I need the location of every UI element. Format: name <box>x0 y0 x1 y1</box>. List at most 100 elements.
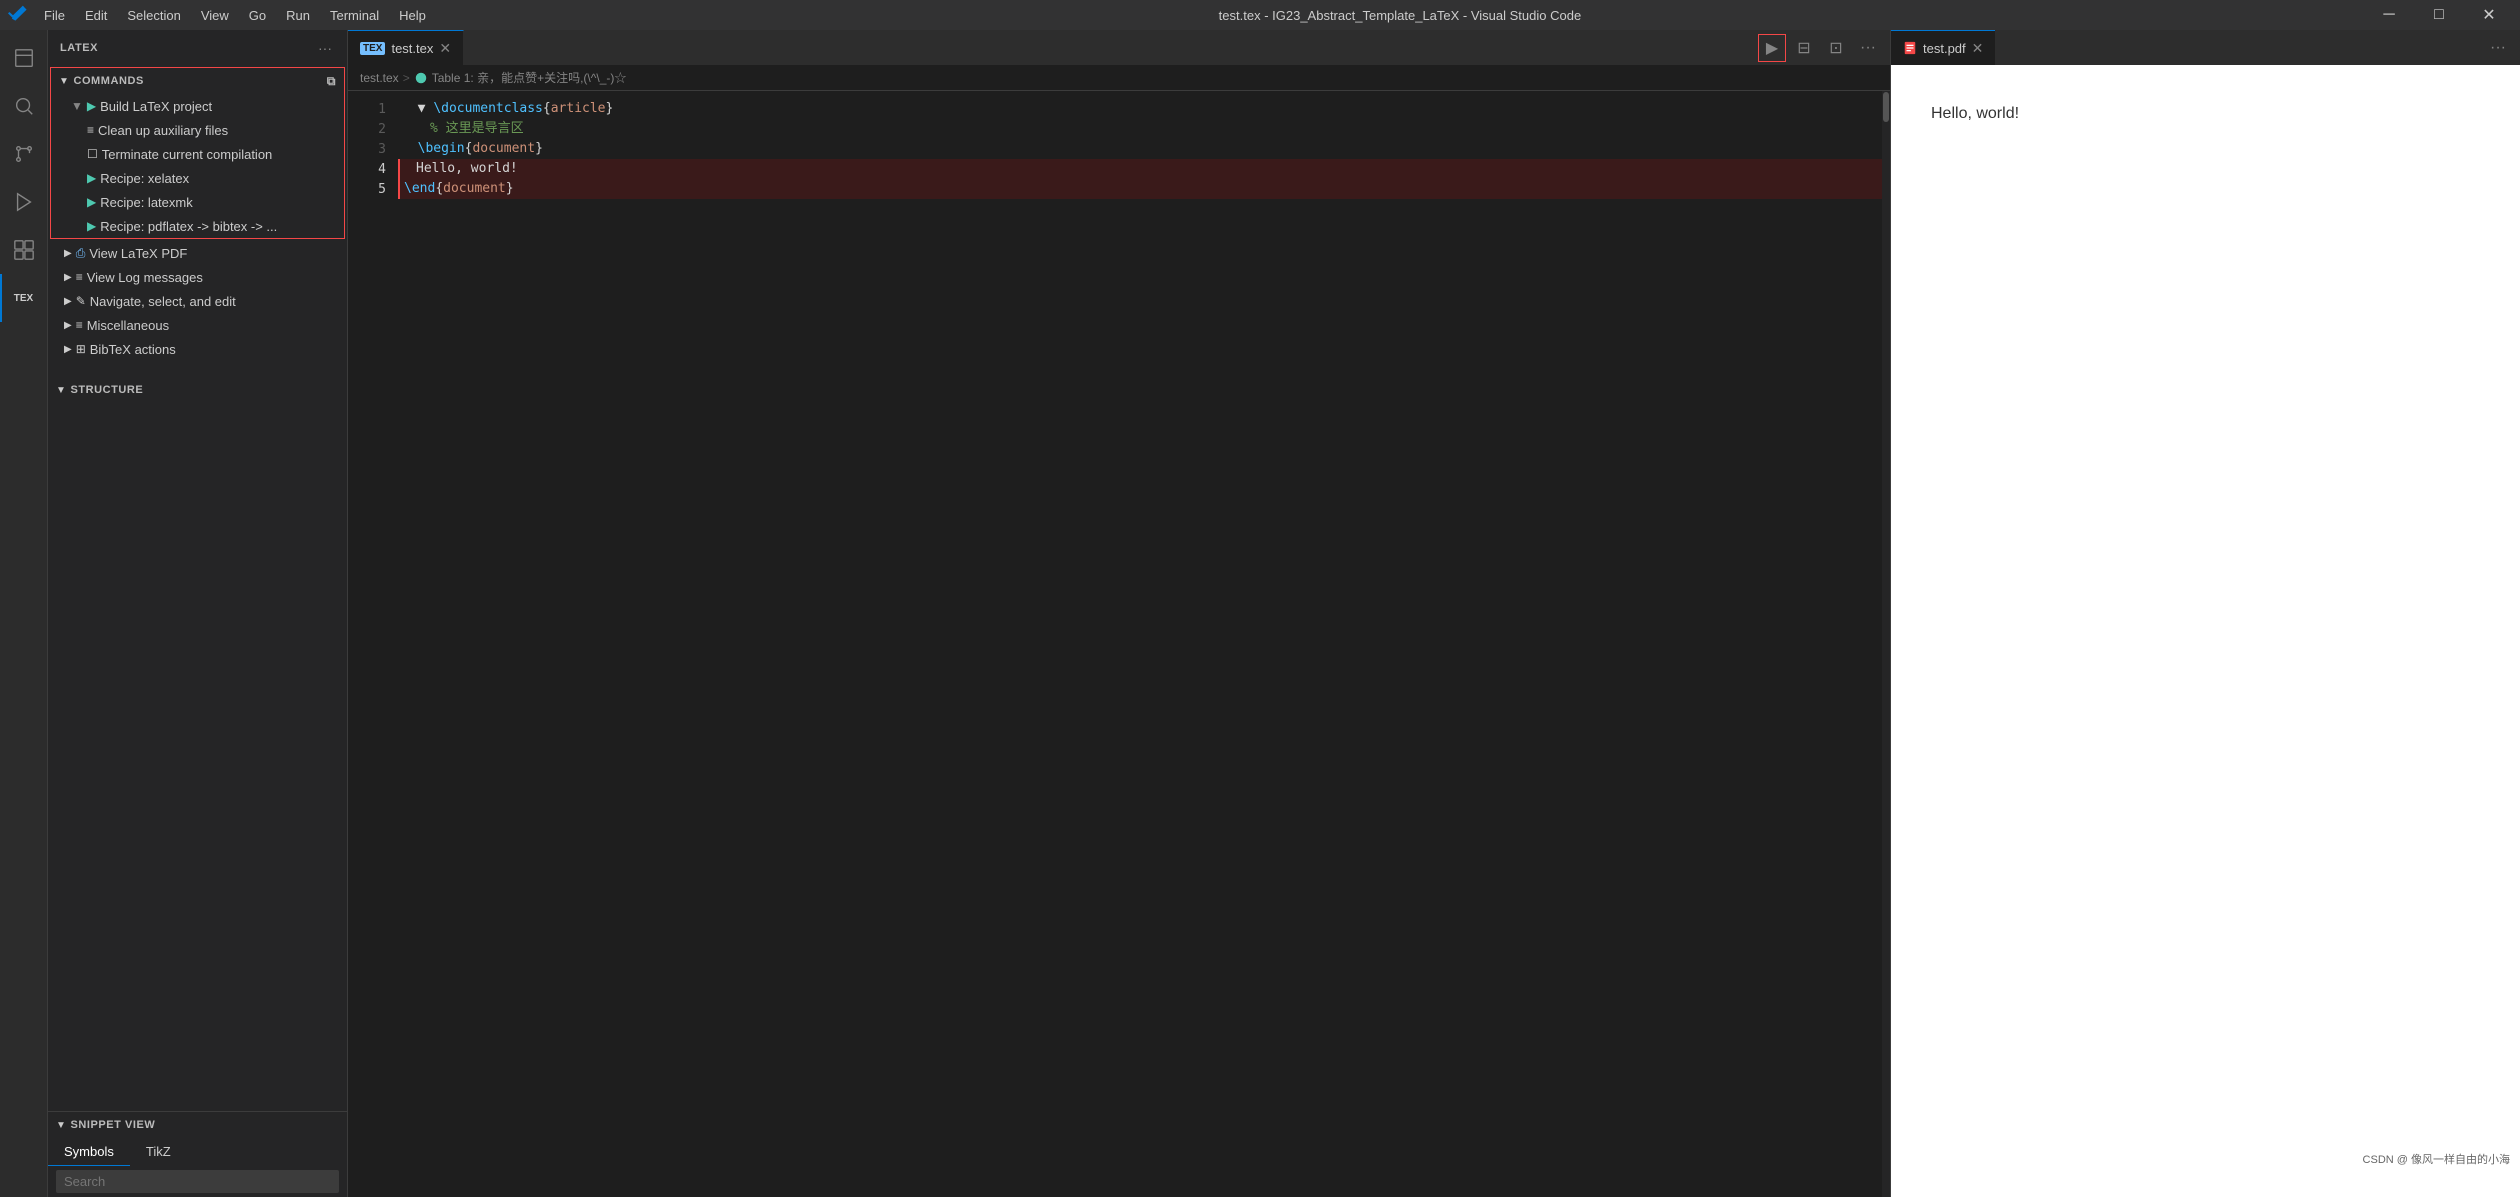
breadcrumb-file[interactable]: test.tex <box>360 71 399 85</box>
bibtex-icon: ⊞ <box>76 342 86 356</box>
structure-section-header[interactable]: ▼ STRUCTURE <box>48 377 347 403</box>
snippet-section-header[interactable]: ▼ SNIPPET VIEW <box>48 1112 347 1138</box>
menu-run[interactable]: Run <box>278 6 318 25</box>
code-line-2: % 这里是导言区 <box>398 119 1882 139</box>
commands-section-header[interactable]: ▼ COMMANDS ⧉ <box>51 68 344 94</box>
recipe-xelatex-label: Recipe: xelatex <box>100 171 344 186</box>
snippet-tab-symbols[interactable]: Symbols <box>48 1138 130 1166</box>
editor-tab-close-icon[interactable]: ✕ <box>439 40 451 57</box>
main-layout: TEX LATEX ··· ▼ COMMANDS ⧉ ▼ ▶ Build LaT… <box>0 30 2520 1197</box>
bibtex-chevron-icon: ▶ <box>64 344 72 355</box>
recipe-xelatex-item[interactable]: ▶ Recipe: xelatex <box>51 166 344 190</box>
menu-edit[interactable]: Edit <box>77 6 115 25</box>
sidebar-more-button[interactable]: ··· <box>315 38 335 58</box>
snippet-tab-tikz[interactable]: TikZ <box>130 1138 187 1166</box>
menu-terminal[interactable]: Terminal <box>322 6 387 25</box>
watermark: CSDN @ 像风一样自由的小海 <box>2363 1151 2510 1167</box>
more-actions-button[interactable]: ··· <box>1854 34 1882 62</box>
terminate-item[interactable]: ☐ Terminate current compilation <box>51 142 344 166</box>
sidebar-spacer <box>48 403 347 1111</box>
editor-tab-testx[interactable]: TEX test.tex ✕ <box>348 30 464 65</box>
tab-actions: ▶ ⊟ ⊡ ··· <box>1758 34 1890 62</box>
breadcrumb-sep1: > <box>403 71 410 85</box>
pdf-tab-close-icon[interactable]: ✕ <box>1972 40 1984 57</box>
code-line-4: Hello, world! <box>398 159 1882 179</box>
pdf-tab-actions: ··· <box>2484 34 2520 62</box>
build-latex-item[interactable]: ▼ ▶ Build LaTeX project <box>51 94 344 118</box>
recipe-latexmk-label: Recipe: latexmk <box>100 195 344 210</box>
clean-aux-label: Clean up auxiliary files <box>98 123 344 138</box>
commands-chevron-icon: ▼ <box>59 76 69 87</box>
pdf-icon: ⎙ <box>76 246 86 261</box>
recipe-xelatex-play-icon: ▶ <box>87 171 96 185</box>
commands-section-label: COMMANDS <box>73 75 143 87</box>
line-num-2: 2 <box>348 119 398 139</box>
snippet-tabs: Symbols TikZ <box>48 1138 347 1166</box>
recipe-latexmk-item[interactable]: ▶ Recipe: latexmk <box>51 190 344 214</box>
activity-search[interactable] <box>0 82 48 130</box>
minimize-button[interactable]: ─ <box>2366 0 2412 30</box>
menu-go[interactable]: Go <box>241 6 274 25</box>
navigate-chevron-icon: ▶ <box>64 296 72 307</box>
pdf-panel: test.pdf ✕ ··· Hello, world! CSDN @ 像风一样… <box>1890 30 2520 1197</box>
structure-chevron-icon: ▼ <box>56 385 66 396</box>
breadcrumb-section[interactable]: Table 1: 亲，能点赞+关注吗,(\^\_-)☆ <box>414 69 627 86</box>
activity-run-debug[interactable] <box>0 178 48 226</box>
titlebar-controls: ─ □ ✕ <box>2366 0 2512 30</box>
view-latex-pdf-item[interactable]: ▶ ⎙ View LaTeX PDF <box>48 241 347 265</box>
menu-selection[interactable]: Selection <box>119 6 188 25</box>
maximize-button[interactable]: □ <box>2416 0 2462 30</box>
pdf-hello-world: Hello, world! <box>1931 105 2480 123</box>
code-area[interactable]: ▼ \documentclass{article} % 这里是导言区 \begi… <box>398 91 1882 1197</box>
split-editor-button[interactable]: ⊟ <box>1790 34 1818 62</box>
recipe-pdflatex-label: Recipe: pdflatex -> bibtex -> ... <box>100 219 344 234</box>
sidebar-title: LATEX <box>60 42 98 54</box>
tab-bar: TEX test.tex ✕ ▶ ⊟ ⊡ ··· <box>348 30 1890 65</box>
sidebar-copy-icon[interactable]: ⧉ <box>327 74 336 89</box>
editor-tab-label: test.tex <box>391 41 433 56</box>
line-num-5: 5 <box>348 179 398 199</box>
menu-help[interactable]: Help <box>391 6 434 25</box>
clean-aux-item[interactable]: ≡ Clean up auxiliary files <box>51 118 344 142</box>
view-log-item[interactable]: ▶ ≡ View Log messages <box>48 265 347 289</box>
close-button[interactable]: ✕ <box>2466 0 2512 30</box>
navigate-item[interactable]: ▶ ✎ Navigate, select, and edit <box>48 289 347 313</box>
titlebar-menu: File Edit Selection View Go Run Terminal… <box>36 6 434 25</box>
activity-extensions[interactable] <box>0 226 48 274</box>
snippet-section: ▼ SNIPPET VIEW Symbols TikZ <box>48 1111 347 1197</box>
editor-area: TEX test.tex ✕ ▶ ⊟ ⊡ ··· test.tex > Tabl… <box>348 30 1890 1197</box>
recipe-latexmk-play-icon: ▶ <box>87 195 96 209</box>
sidebar: LATEX ··· ▼ COMMANDS ⧉ ▼ ▶ Build LaTeX p… <box>48 30 348 1197</box>
pdf-more-actions[interactable]: ··· <box>2484 34 2512 62</box>
activity-source-control[interactable] <box>0 130 48 178</box>
titlebar: File Edit Selection View Go Run Terminal… <box>0 0 2520 30</box>
sidebar-actions: ··· <box>315 38 335 58</box>
bibtex-item[interactable]: ▶ ⊞ BibTeX actions <box>48 337 347 361</box>
grid-icon: ≡ <box>87 123 94 137</box>
recipe-pdflatex-item[interactable]: ▶ Recipe: pdflatex -> bibtex -> ... <box>51 214 344 238</box>
activity-bar: TEX <box>0 30 48 1197</box>
play-icon: ▶ <box>87 99 96 113</box>
menu-view[interactable]: View <box>193 6 237 25</box>
menu-file[interactable]: File <box>36 6 73 25</box>
pdf-tab-bar: test.pdf ✕ ··· <box>1891 30 2520 65</box>
activity-explorer[interactable] <box>0 34 48 82</box>
editor-scrollbar[interactable] <box>1882 91 1890 1197</box>
navigate-icon: ✎ <box>76 294 86 308</box>
layout-button[interactable]: ⊡ <box>1822 34 1850 62</box>
tex-badge: TEX <box>360 42 385 55</box>
pdf-tab[interactable]: test.pdf ✕ <box>1891 30 1995 65</box>
window-title: test.tex - IG23_Abstract_Template_LaTeX … <box>1219 8 1582 23</box>
activity-latex[interactable]: TEX <box>0 274 48 322</box>
run-button[interactable]: ▶ <box>1758 34 1786 62</box>
pdf-tab-label: test.pdf <box>1923 41 1966 56</box>
code-line-1: ▼ \documentclass{article} <box>398 99 1882 119</box>
snippet-search-input[interactable] <box>56 1170 339 1193</box>
miscellaneous-item[interactable]: ▶ ≡ Miscellaneous <box>48 313 347 337</box>
misc-chevron-icon: ▶ <box>64 320 72 331</box>
structure-section-label: STRUCTURE <box>70 384 143 396</box>
sidebar-header: LATEX ··· <box>48 30 347 65</box>
view-log-chevron-icon: ▶ <box>64 272 72 283</box>
build-latex-label: Build LaTeX project <box>100 99 344 114</box>
bibtex-label: BibTeX actions <box>90 342 347 357</box>
